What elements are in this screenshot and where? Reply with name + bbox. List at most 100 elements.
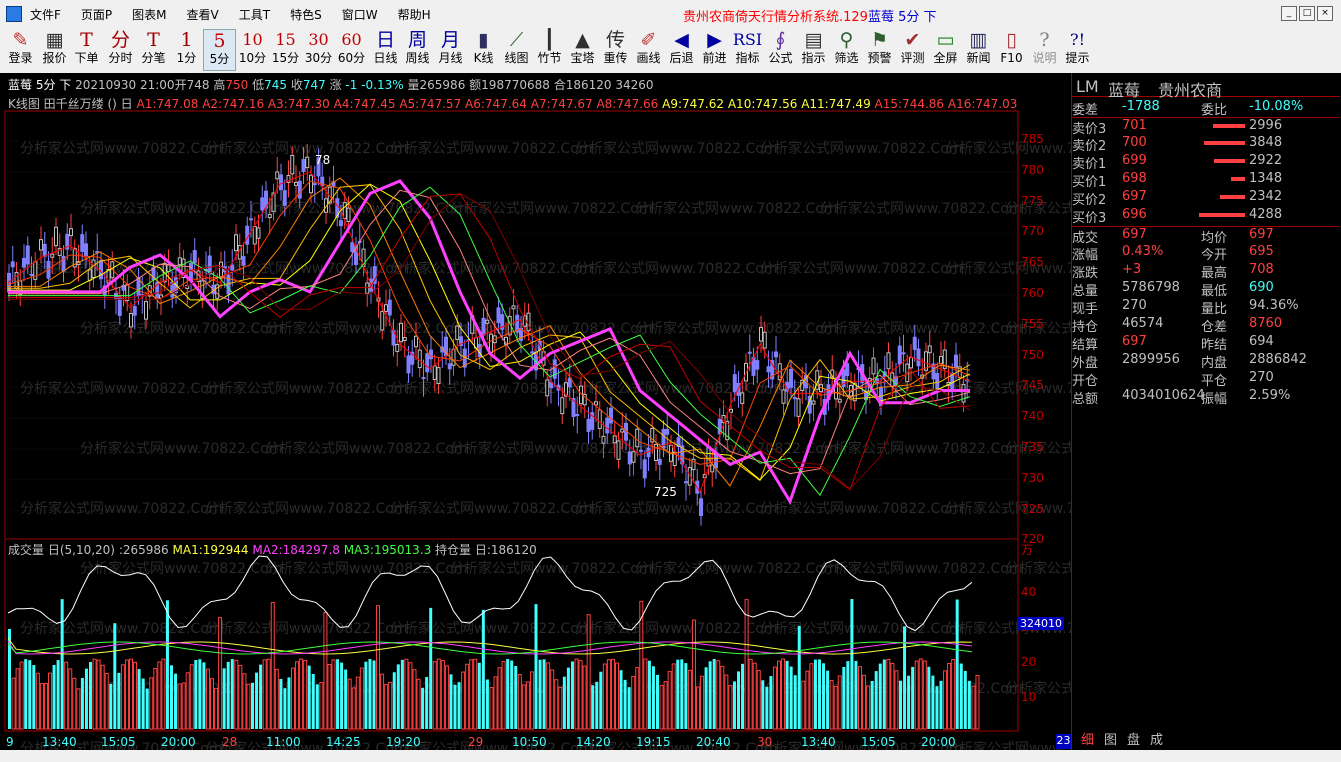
candle-body <box>762 331 767 349</box>
quote-key: 卖价1 <box>1072 157 1107 172</box>
time-tick: 28 <box>222 735 238 749</box>
quote-value: 46574 <box>1122 316 1164 331</box>
candle-body <box>54 226 58 247</box>
depth-qty: 2342 <box>1249 189 1283 204</box>
volume-bar <box>870 680 874 729</box>
volume-bar <box>315 684 319 729</box>
candle-body <box>84 243 88 257</box>
menu-item-3[interactable]: 查看V <box>187 6 227 23</box>
volume-bar <box>975 675 980 730</box>
quote-key: 现手 <box>1072 302 1099 317</box>
time-tick: 19:15 <box>636 735 671 749</box>
volume-bar <box>696 686 700 730</box>
volume-bar <box>595 681 599 729</box>
volume-bar <box>210 678 214 730</box>
volume-ma-line <box>7 640 972 655</box>
volume-bar <box>582 665 587 730</box>
candle-body <box>177 257 182 266</box>
watermark-text: 分析家公式网www.70822.Com <box>820 320 1022 337</box>
volume-bar <box>299 658 304 730</box>
quote-value2: 2886842 <box>1249 352 1307 367</box>
openinterest-value: 186120 34260 <box>565 78 654 92</box>
menu-item-6[interactable]: 窗口W <box>342 6 386 23</box>
candle-body <box>309 174 313 194</box>
volume-bar <box>529 671 534 730</box>
candle-body <box>80 234 85 252</box>
volume-bar <box>104 672 109 730</box>
volume-bar <box>680 659 684 729</box>
quote-value: 270 <box>1122 298 1147 313</box>
candle-body <box>22 257 26 268</box>
volume-bar <box>700 675 705 730</box>
volume-bar <box>259 664 263 729</box>
candle-body <box>897 345 902 365</box>
menu-item-2[interactable]: 图表M <box>132 6 174 23</box>
menu-item-5[interactable]: 特色S <box>290 6 330 23</box>
toolbar-button-32[interactable]: ?! 提示 <box>1061 29 1094 71</box>
volume-bar <box>149 677 154 730</box>
candle-body <box>144 301 148 320</box>
quote-row: 买价1 698 1348 <box>1072 171 1340 190</box>
volume-bar <box>234 659 239 730</box>
volume-bar <box>676 659 680 729</box>
watermark-text: 分析家公式网www.70822.Com <box>635 320 837 337</box>
depth-bar <box>1231 177 1245 181</box>
candle-body <box>429 349 433 360</box>
time-tick: 30 <box>757 735 773 749</box>
menu-item-7[interactable]: 帮助H <box>398 6 439 23</box>
candle-body <box>256 227 261 239</box>
quote-key: 总量 <box>1072 284 1099 299</box>
panel-tab-3[interactable]: 成 <box>1150 729 1163 748</box>
candle-body <box>489 333 493 354</box>
open-interest-label: 持仓量 日:186120 <box>435 543 537 557</box>
volume-bar <box>643 658 648 730</box>
candle-body <box>414 335 418 348</box>
chart-area[interactable]: 分析家公式网www.70822.Com 分析家公式网www.70822.Com 分析… <box>0 73 1071 750</box>
quote-value: 701 <box>1122 118 1147 133</box>
volume-bar <box>506 659 510 729</box>
toolbar: ✎ 登录 ▦ 报价 T 下单分分时 T 分笔 1 1分 5 5分 10 10分 15 15分 30 30分 60 60… <box>0 28 1341 74</box>
volume-bar <box>761 680 765 729</box>
high-annotation: 78 <box>315 153 330 167</box>
time-tick: 13:40 <box>42 735 77 749</box>
volume-bar <box>562 676 566 729</box>
volume-bar <box>218 617 223 730</box>
menu-item-0[interactable]: 文件F <box>30 6 69 23</box>
volume-bar <box>737 671 740 729</box>
candle-body <box>91 259 96 278</box>
close-button[interactable]: × <box>1317 6 1333 21</box>
price-tick: 765 <box>1021 255 1044 270</box>
volume-bar <box>68 668 73 730</box>
watermark-text: 分析家公式网www.70822.Com <box>265 560 467 577</box>
quote-value: +3 <box>1122 262 1142 277</box>
candle-body <box>935 373 940 389</box>
weekly-icon: 周 <box>407 29 427 51</box>
candle-body <box>399 322 403 343</box>
indicator-title: K线图 田千丝万缕 () 日 <box>8 97 133 111</box>
menu-item-4[interactable]: 工具T <box>239 6 278 23</box>
quote-key2: 振幅 <box>1201 392 1228 407</box>
panel-name: 蓝莓 <box>1108 81 1141 100</box>
minimize-button[interactable]: _ <box>1281 6 1297 21</box>
maximize-button[interactable]: □ <box>1299 6 1315 21</box>
candle-body <box>417 349 422 369</box>
candle-body <box>609 407 613 424</box>
quote-row: 现手 270 量比 94.36% <box>1072 298 1340 317</box>
quote-key: 买价3 <box>1072 211 1107 226</box>
candle-body <box>305 156 310 169</box>
volume-bar <box>846 661 850 729</box>
volume-bar <box>947 662 952 730</box>
watermark-text: 分析家公式网www.70822.Com <box>205 260 407 277</box>
candle-body <box>384 304 388 313</box>
panel-tab-0[interactable]: 细 <box>1081 729 1094 748</box>
menu-item-1[interactable]: 页面P <box>81 6 120 23</box>
volume-bar <box>635 666 640 730</box>
volume-bar <box>899 680 902 729</box>
panel-tab-2[interactable]: 盘 <box>1127 729 1140 748</box>
volume-bar <box>189 664 194 730</box>
panel-tab-1[interactable]: 图 <box>1104 729 1117 748</box>
volume-bar <box>748 658 753 730</box>
volume-bar <box>214 687 219 730</box>
quote-row: 卖价2 700 3848 <box>1072 135 1340 154</box>
volume-bar <box>291 667 295 730</box>
